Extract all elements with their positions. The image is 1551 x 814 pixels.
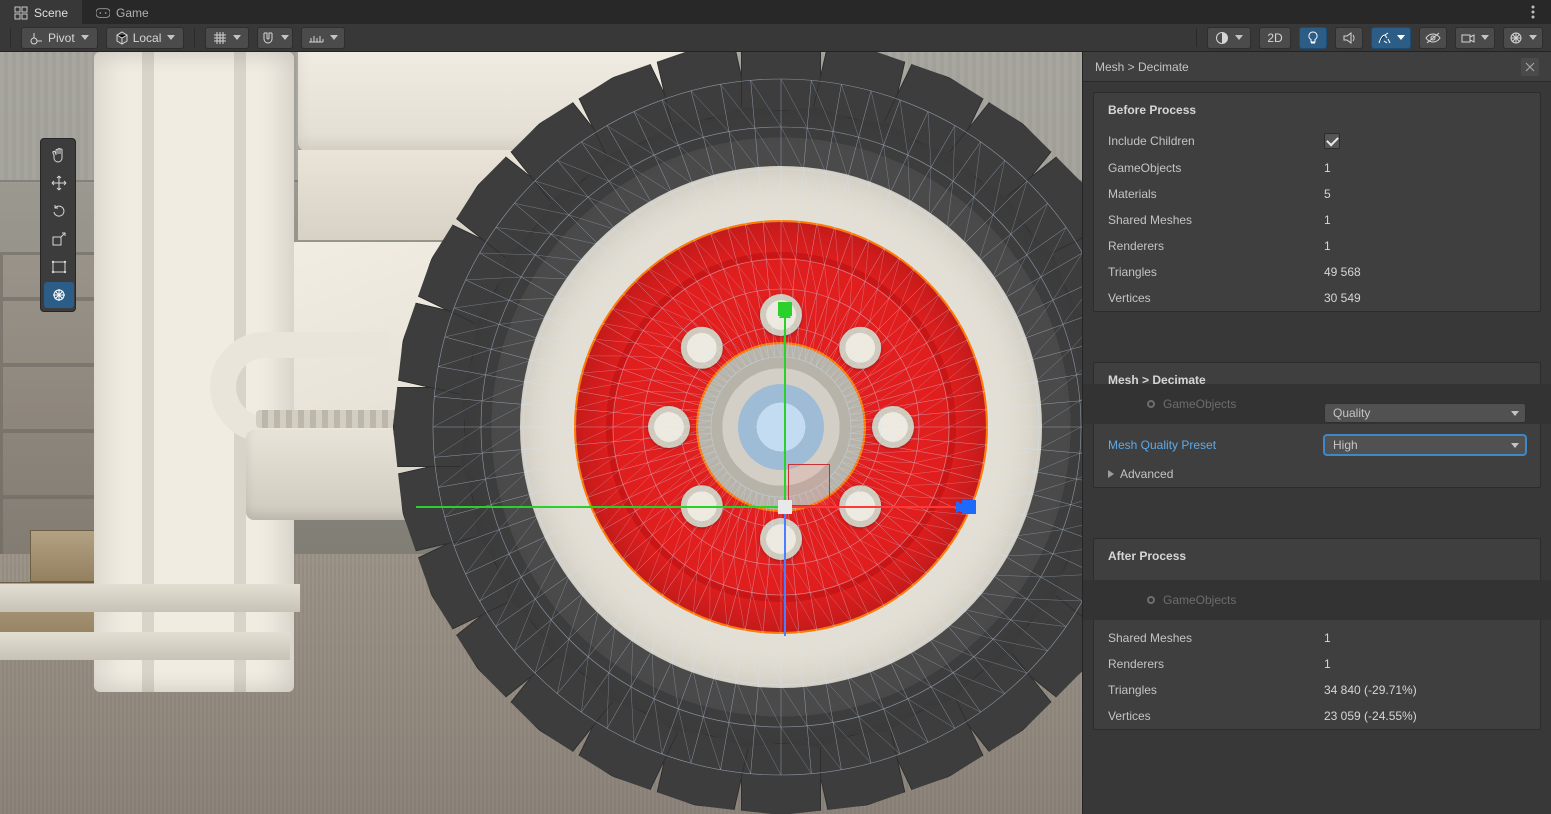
- hand-tool[interactable]: [44, 142, 74, 168]
- fx-toggle-button[interactable]: [1371, 27, 1411, 49]
- tool-handle-local[interactable]: Local: [106, 27, 185, 49]
- game-icon: [96, 6, 110, 20]
- editor-tabs: Scene Game: [0, 0, 1551, 24]
- chevron-down-icon: [1481, 35, 1489, 40]
- before-renderers-value: 1: [1324, 239, 1526, 253]
- pivot-label: Pivot: [48, 31, 75, 45]
- magnet-icon: [261, 31, 275, 45]
- scene-viewport[interactable]: [0, 52, 1082, 814]
- context-menu-button[interactable]: [1521, 0, 1545, 24]
- before-triangles-value: 49 568: [1324, 265, 1526, 279]
- increment-icon: [308, 31, 324, 45]
- before-vertices-label: Vertices: [1108, 291, 1324, 305]
- twoD-label: 2D: [1267, 31, 1282, 45]
- chevron-down-icon: [81, 35, 89, 40]
- snap-toggle-button[interactable]: [257, 27, 293, 49]
- before-gameobjects-value: 1: [1324, 161, 1526, 175]
- before-sharedmeshes-label: Shared Meshes: [1108, 213, 1324, 227]
- grid-visibility-button[interactable]: [205, 27, 249, 49]
- tab-scene[interactable]: Scene: [0, 0, 82, 24]
- before-gameobjects-label: GameObjects: [1108, 161, 1324, 175]
- decimate-section: Mesh > Decimate Criterion Quality Mesh Q…: [1093, 362, 1541, 488]
- after-vertices-label: Vertices: [1108, 709, 1324, 723]
- include-children-checkbox[interactable]: [1324, 133, 1340, 149]
- grid-icon: [213, 31, 227, 45]
- after-renderers-value: 1: [1324, 657, 1526, 671]
- local-icon: [115, 31, 129, 45]
- chevron-down-icon: [1529, 35, 1537, 40]
- transform-tool[interactable]: [44, 282, 74, 308]
- after-vertices-value: 23 059 (-24.55%): [1324, 709, 1526, 723]
- chevron-down-icon: [233, 35, 241, 40]
- panel-title: Mesh > Decimate: [1095, 60, 1189, 74]
- camera-settings-button[interactable]: [1455, 27, 1495, 49]
- close-panel-button[interactable]: [1521, 58, 1539, 76]
- preset-select[interactable]: High: [1324, 435, 1526, 455]
- criterion-select[interactable]: Quality: [1324, 403, 1526, 423]
- scene-icon: [14, 6, 28, 20]
- audio-icon: [1342, 31, 1356, 45]
- audio-toggle-button[interactable]: [1335, 27, 1363, 49]
- chevron-down-icon: [1235, 35, 1243, 40]
- chevron-down-icon: [330, 35, 338, 40]
- wheel-selected-object[interactable]: [428, 74, 1082, 780]
- after-process-section: After Process GameObjects1 Materials5 Sh…: [1093, 538, 1541, 730]
- preset-label: Mesh Quality Preset: [1108, 438, 1324, 452]
- pivot-icon: [30, 31, 44, 45]
- before-triangles-label: Triangles: [1108, 265, 1324, 279]
- triangle-right-icon: [1108, 470, 1114, 478]
- after-renderers-label: Renderers: [1108, 657, 1324, 671]
- before-materials-label: Materials: [1108, 187, 1324, 201]
- scene-tools-column: [40, 138, 76, 312]
- fx-icon: [1377, 31, 1391, 45]
- transform-gizmo[interactable]: [756, 478, 816, 538]
- decimate-panel: Mesh > Decimate Before Process Include C…: [1082, 52, 1551, 814]
- after-sharedmeshes-label: Shared Meshes: [1108, 631, 1324, 645]
- toggle-2d-button[interactable]: 2D: [1259, 27, 1291, 49]
- include-children-label: Include Children: [1108, 134, 1324, 148]
- faint-gameobjects-2: GameObjects: [1083, 580, 1551, 620]
- visibility-toggle-button[interactable]: [1419, 27, 1447, 49]
- tab-game[interactable]: Game: [82, 0, 163, 24]
- panel-header: Mesh > Decimate: [1083, 52, 1551, 82]
- chevron-down-icon: [1397, 35, 1405, 40]
- after-process-header: After Process: [1094, 539, 1540, 573]
- criterion-value: Quality: [1333, 406, 1370, 420]
- after-sharedmeshes-value: 1: [1324, 631, 1526, 645]
- move-tool[interactable]: [44, 170, 74, 196]
- lighting-toggle-button[interactable]: [1299, 27, 1327, 49]
- snap-increment-button[interactable]: [301, 27, 345, 49]
- before-vertices-value: 30 549: [1324, 291, 1526, 305]
- rect-tool[interactable]: [44, 254, 74, 280]
- after-triangles-value: 34 840 (-29.71%): [1324, 683, 1526, 697]
- tool-handle-pivot[interactable]: Pivot: [21, 27, 98, 49]
- chevron-down-icon: [281, 35, 289, 40]
- before-process-section: Before Process Include Children GameObje…: [1093, 92, 1541, 312]
- scale-tool[interactable]: [44, 226, 74, 252]
- eye-off-icon: [1425, 31, 1441, 45]
- tab-scene-label: Scene: [34, 6, 68, 20]
- shaded-icon: [1215, 31, 1229, 45]
- tab-game-label: Game: [116, 6, 149, 20]
- local-label: Local: [133, 31, 162, 45]
- after-triangles-label: Triangles: [1108, 683, 1324, 697]
- lightbulb-icon: [1306, 31, 1320, 45]
- before-materials-value: 5: [1324, 187, 1526, 201]
- camera-icon: [1461, 31, 1475, 45]
- chevron-down-icon: [1511, 411, 1519, 416]
- chevron-down-icon: [167, 35, 175, 40]
- gizmos-toggle-button[interactable]: [1503, 27, 1543, 49]
- rotate-tool[interactable]: [44, 198, 74, 224]
- before-sharedmeshes-value: 1: [1324, 213, 1526, 227]
- preset-value: High: [1333, 438, 1358, 452]
- scene-toolbar: Pivot Local 2D: [0, 24, 1551, 52]
- chevron-down-icon: [1511, 443, 1519, 448]
- before-renderers-label: Renderers: [1108, 239, 1324, 253]
- advanced-foldout[interactable]: Advanced: [1094, 461, 1540, 487]
- draw-mode-button[interactable]: [1207, 27, 1251, 49]
- advanced-label: Advanced: [1120, 467, 1173, 481]
- before-process-header: Before Process: [1094, 93, 1540, 127]
- gizmo-icon: [1509, 31, 1523, 45]
